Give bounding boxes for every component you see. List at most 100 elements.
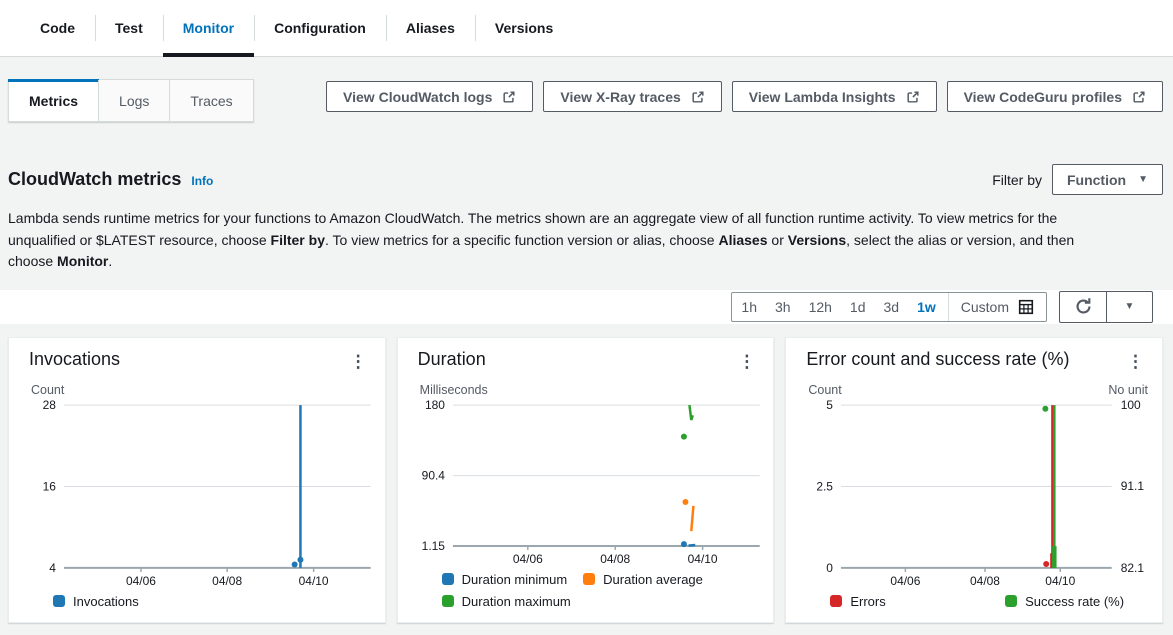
svg-text:04/10: 04/10: [299, 573, 329, 587]
chart-plot: 18090.41.1504/0604/0804/10: [398, 397, 774, 570]
button-label: View Lambda Insights: [749, 89, 896, 105]
charts-row: Invocations⋮Count2816404/0604/0804/10Inv…: [0, 337, 1173, 623]
button-label: View CloudWatch logs: [343, 89, 492, 105]
axis-unit-labels: Count: [9, 374, 385, 397]
subtabs-and-actions-row: MetricsLogsTraces View CloudWatch logs V…: [8, 79, 1163, 122]
legend-item-duration-average[interactable]: Duration average: [583, 572, 703, 587]
chart-card-invocations: Invocations⋮Count2816404/0604/0804/10Inv…: [8, 337, 386, 623]
range-3h[interactable]: 3h: [766, 299, 800, 315]
legend-label: Invocations: [73, 594, 139, 609]
legend-color-chip: [53, 595, 65, 607]
subtab-metrics[interactable]: Metrics: [9, 80, 98, 121]
external-link-icon: [502, 90, 516, 104]
time-range-toolbar: 1h3h12h1d3d1w Custom ▼: [0, 290, 1173, 324]
chart-header: Invocations ⋮: [9, 338, 385, 374]
monitor-subtabs: MetricsLogsTraces: [8, 79, 254, 122]
left-axis-unit-label: Count: [31, 383, 64, 397]
left-axis-unit-label: Count: [808, 383, 841, 397]
legend-item-success-rate[interactable]: Success rate (%): [1005, 594, 1148, 609]
refresh-button[interactable]: [1060, 292, 1106, 322]
svg-text:90.4: 90.4: [421, 468, 445, 482]
legend-color-chip: [830, 595, 842, 607]
filter-by-label: Filter by: [992, 172, 1042, 188]
legend-label: Duration minimum: [462, 572, 567, 587]
svg-text:0: 0: [827, 560, 834, 574]
view-x-ray-traces-button[interactable]: View X-Ray traces: [543, 81, 721, 112]
svg-text:04/08: 04/08: [600, 551, 630, 565]
metrics-heading-row: CloudWatch metrics Info Filter by Functi…: [8, 164, 1163, 195]
kebab-menu-icon[interactable]: ⋮: [1119, 349, 1152, 374]
tab-test[interactable]: Test: [95, 0, 163, 56]
svg-text:04/06: 04/06: [512, 551, 542, 565]
svg-text:180: 180: [425, 398, 445, 412]
refresh-options-dropdown[interactable]: ▼: [1106, 292, 1152, 322]
custom-range-label: Custom: [961, 299, 1009, 315]
svg-text:28: 28: [43, 398, 57, 412]
legend-color-chip: [442, 595, 454, 607]
subtab-traces[interactable]: Traces: [169, 80, 252, 121]
tab-monitor[interactable]: Monitor: [163, 0, 254, 56]
custom-range-button[interactable]: Custom: [948, 293, 1046, 321]
legend-item-duration-maximum[interactable]: Duration maximum: [442, 594, 571, 609]
chart-header: Error count and success rate (%)⋮: [786, 338, 1162, 374]
svg-text:04/06: 04/06: [891, 573, 921, 587]
chart-legend: ErrorsSuccess rate (%): [786, 592, 1162, 622]
axis-unit-labels: Milliseconds: [398, 374, 774, 397]
chart-title: Duration: [418, 349, 486, 370]
info-link[interactable]: Info: [191, 174, 213, 188]
tab-configuration[interactable]: Configuration: [254, 0, 386, 56]
kebab-menu-icon[interactable]: ⋮: [730, 349, 763, 374]
svg-text:2.5: 2.5: [817, 479, 834, 493]
chart-legend: Invocations: [9, 592, 385, 622]
legend-color-chip: [442, 573, 454, 585]
range-1d[interactable]: 1d: [841, 299, 875, 315]
calendar-icon: [1018, 299, 1034, 315]
external-link-buttons: View CloudWatch logs View X-Ray traces V…: [326, 81, 1163, 112]
external-link-icon: [1132, 90, 1146, 104]
page-title: CloudWatch metrics: [8, 169, 181, 190]
metrics-heading: CloudWatch metrics Info: [8, 169, 213, 190]
filter-by-control: Filter by Function ▼: [992, 164, 1163, 195]
chart-legend: Duration minimum Duration average Duration…: [398, 570, 774, 622]
tab-bar-tabs: CodeTestMonitorConfigurationAliasesVersi…: [20, 0, 573, 56]
tab-versions[interactable]: Versions: [475, 0, 573, 56]
svg-text:04/08: 04/08: [212, 573, 242, 587]
refresh-button-group: ▼: [1059, 291, 1153, 323]
left-axis-unit-label: Milliseconds: [420, 383, 488, 397]
svg-text:4: 4: [49, 560, 56, 574]
time-range-group: 1h3h12h1d3d1w Custom: [731, 292, 1047, 322]
range-1h[interactable]: 1h: [732, 299, 766, 315]
metrics-description: Lambda sends runtime metrics for your fu…: [8, 208, 1163, 273]
external-link-icon: [906, 90, 920, 104]
legend-item-errors[interactable]: Errors: [830, 594, 1005, 609]
chart-card-error-count-and-success-rate: Error count and success rate (%)⋮CountNo…: [785, 337, 1163, 623]
chart-plot: 2816404/0604/0804/10: [9, 397, 385, 592]
view-cloudwatch-logs-button[interactable]: View CloudWatch logs: [326, 81, 533, 112]
chart-title: Invocations: [29, 349, 120, 370]
range-3d[interactable]: 3d: [875, 299, 909, 315]
legend-item-duration-minimum[interactable]: Duration minimum: [442, 572, 567, 587]
view-lambda-insights-button[interactable]: View Lambda Insights: [732, 81, 937, 112]
svg-text:04/06: 04/06: [126, 573, 156, 587]
legend-label: Duration average: [603, 572, 703, 587]
filter-function-value: Function: [1067, 172, 1126, 188]
function-tab-bar: CodeTestMonitorConfigurationAliasesVersi…: [0, 0, 1173, 57]
axis-unit-labels: CountNo unit: [786, 374, 1162, 397]
svg-text:91.1: 91.1: [1121, 479, 1145, 493]
tab-aliases[interactable]: Aliases: [386, 0, 475, 56]
svg-text:5: 5: [827, 398, 834, 412]
range-1w[interactable]: 1w: [908, 299, 945, 315]
legend-item-invocations[interactable]: Invocations: [53, 594, 139, 609]
chart-header: Duration ⋮: [398, 338, 774, 374]
filter-function-dropdown[interactable]: Function ▼: [1052, 164, 1163, 195]
chart-card-duration: Duration⋮Milliseconds18090.41.1504/0604/…: [397, 337, 775, 623]
range-12h[interactable]: 12h: [800, 299, 841, 315]
svg-text:04/08: 04/08: [970, 573, 1000, 587]
tab-code[interactable]: Code: [20, 0, 95, 56]
chevron-down-icon: ▼: [1138, 175, 1148, 185]
subtab-logs[interactable]: Logs: [98, 80, 169, 121]
svg-text:82.1: 82.1: [1121, 560, 1145, 574]
legend-label: Duration maximum: [462, 594, 571, 609]
view-codeguru-profiles-button[interactable]: View CodeGuru profiles: [947, 81, 1163, 112]
kebab-menu-icon[interactable]: ⋮: [342, 349, 375, 374]
